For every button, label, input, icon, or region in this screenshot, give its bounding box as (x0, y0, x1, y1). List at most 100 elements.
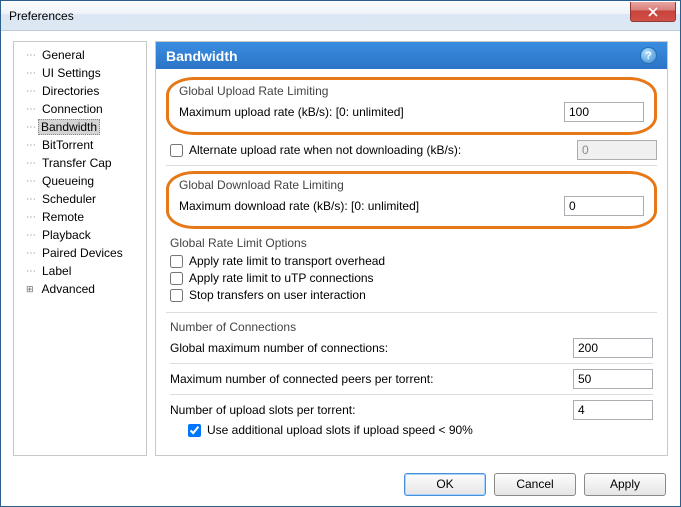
tree-item-directories[interactable]: Directories (16, 82, 144, 100)
close-icon (648, 7, 658, 17)
tree-item-playback[interactable]: Playback (16, 226, 144, 244)
expand-icon (26, 284, 35, 295)
peers-per-label: Maximum number of connected peers per to… (170, 372, 573, 386)
max-download-label: Maximum download rate (kB/s): [0: unlimi… (179, 199, 564, 213)
utp-checkbox[interactable] (170, 272, 183, 285)
cancel-button[interactable]: Cancel (494, 473, 576, 496)
tree-item-label: General (38, 47, 89, 63)
tree-bullet-icon (26, 266, 35, 277)
tree-item-label: BitTorrent (38, 137, 97, 153)
separator (170, 394, 653, 395)
tree-bullet-icon (26, 248, 35, 259)
max-upload-row: Maximum upload rate (kB/s): [0: unlimite… (179, 102, 644, 122)
options-group-title: Global Rate Limit Options (170, 236, 653, 250)
tree-item-label[interactable]: Label (16, 262, 144, 280)
tree-bullet-icon (26, 50, 35, 61)
tree-bullet-icon (26, 68, 35, 79)
connections-group-title: Number of Connections (170, 320, 653, 334)
stop-checkbox[interactable] (170, 289, 183, 302)
category-tree[interactable]: General UI Settings Directories Connection B… (13, 41, 147, 456)
tree-item-label: Directories (38, 83, 103, 99)
overhead-label: Apply rate limit to transport overhead (189, 254, 385, 268)
tree-bullet-icon (26, 158, 35, 169)
tree-item-remote[interactable]: Remote (16, 208, 144, 226)
tree-item-transfer-cap[interactable]: Transfer Cap (16, 154, 144, 172)
tree-item-advanced[interactable]: Advanced (16, 280, 144, 298)
slots-per-input[interactable] (573, 400, 653, 420)
dialog-footer: OK Cancel Apply (1, 462, 680, 506)
tree-item-paired-devices[interactable]: Paired Devices (16, 244, 144, 262)
max-upload-label: Maximum upload rate (kB/s): [0: unlimite… (179, 105, 564, 119)
panel-title: Bandwidth (166, 48, 238, 64)
tree-item-scheduler[interactable]: Scheduler (16, 190, 144, 208)
utp-row: Apply rate limit to uTP connections (170, 271, 653, 285)
apply-button[interactable]: Apply (584, 473, 666, 496)
alt-upload-checkbox[interactable] (170, 144, 183, 157)
separator (166, 312, 657, 313)
tree-item-label: Advanced (38, 281, 99, 297)
download-group-title: Global Download Rate Limiting (179, 178, 644, 192)
tree-item-label: Label (38, 263, 75, 279)
tree-bullet-icon (26, 194, 35, 205)
max-download-input[interactable] (564, 196, 644, 216)
titlebar[interactable]: Preferences (1, 1, 680, 31)
tree-item-label: Bandwidth (38, 119, 100, 135)
tree-item-label: Connection (38, 101, 107, 117)
ok-button[interactable]: OK (404, 473, 486, 496)
alt-upload-row: Alternate upload rate when not downloadi… (166, 140, 657, 160)
slots-per-row: Number of upload slots per torrent: (170, 400, 653, 420)
tree-item-bandwidth[interactable]: Bandwidth (16, 118, 144, 136)
tree-item-label: Remote (38, 209, 88, 225)
panel-body: Global Upload Rate Limiting Maximum uplo… (156, 69, 667, 455)
stop-label: Stop transfers on user interaction (189, 288, 366, 302)
upload-group-highlight: Global Upload Rate Limiting Maximum uplo… (166, 77, 657, 135)
peers-per-row: Maximum number of connected peers per to… (170, 369, 653, 389)
global-max-input[interactable] (573, 338, 653, 358)
separator (166, 165, 657, 166)
global-max-row: Global maximum number of connections: (170, 338, 653, 358)
window-title: Preferences (9, 9, 74, 23)
peers-per-input[interactable] (573, 369, 653, 389)
download-group-highlight: Global Download Rate Limiting Maximum do… (166, 171, 657, 229)
options-group: Global Rate Limit Options Apply rate lim… (166, 234, 657, 307)
help-icon[interactable]: ? (640, 47, 657, 64)
tree-bullet-icon (26, 104, 35, 115)
tree-bullet-icon (26, 176, 35, 187)
slots-per-label: Number of upload slots per torrent: (170, 403, 573, 417)
global-max-label: Global maximum number of connections: (170, 341, 573, 355)
max-upload-input[interactable] (564, 102, 644, 122)
overhead-row: Apply rate limit to transport overhead (170, 254, 653, 268)
tree-item-ui-settings[interactable]: UI Settings (16, 64, 144, 82)
tree-item-queueing[interactable]: Queueing (16, 172, 144, 190)
dialog-body: General UI Settings Directories Connection B… (1, 31, 680, 462)
tree-item-general[interactable]: General (16, 46, 144, 64)
tree-bullet-icon (26, 122, 35, 133)
tree-bullet-icon (26, 230, 35, 241)
connections-group: Number of Connections Global maximum num… (166, 318, 657, 442)
alt-upload-label: Alternate upload rate when not downloadi… (189, 143, 577, 157)
additional-slots-row: Use additional upload slots if upload sp… (170, 423, 653, 437)
tree-item-label: Scheduler (38, 191, 100, 207)
tree-item-label: Playback (38, 227, 95, 243)
panel-header: Bandwidth ? (156, 42, 667, 69)
additional-slots-checkbox[interactable] (188, 424, 201, 437)
upload-group-title: Global Upload Rate Limiting (179, 84, 644, 98)
close-button[interactable] (630, 2, 676, 22)
tree-item-label: Queueing (38, 173, 98, 189)
tree-bullet-icon (26, 140, 35, 151)
tree-bullet-icon (26, 86, 35, 97)
tree-item-bittorrent[interactable]: BitTorrent (16, 136, 144, 154)
settings-panel: Bandwidth ? Global Upload Rate Limiting … (155, 41, 668, 456)
stop-row: Stop transfers on user interaction (170, 288, 653, 302)
preferences-window: Preferences General UI Settings Directorie… (0, 0, 681, 507)
utp-label: Apply rate limit to uTP connections (189, 271, 374, 285)
tree-bullet-icon (26, 212, 35, 223)
tree-item-label: Paired Devices (38, 245, 127, 261)
separator (170, 363, 653, 364)
tree-item-label: UI Settings (38, 65, 105, 81)
alt-upload-input (577, 140, 657, 160)
max-download-row: Maximum download rate (kB/s): [0: unlimi… (179, 196, 644, 216)
additional-slots-label: Use additional upload slots if upload sp… (207, 423, 473, 437)
tree-item-connection[interactable]: Connection (16, 100, 144, 118)
overhead-checkbox[interactable] (170, 255, 183, 268)
